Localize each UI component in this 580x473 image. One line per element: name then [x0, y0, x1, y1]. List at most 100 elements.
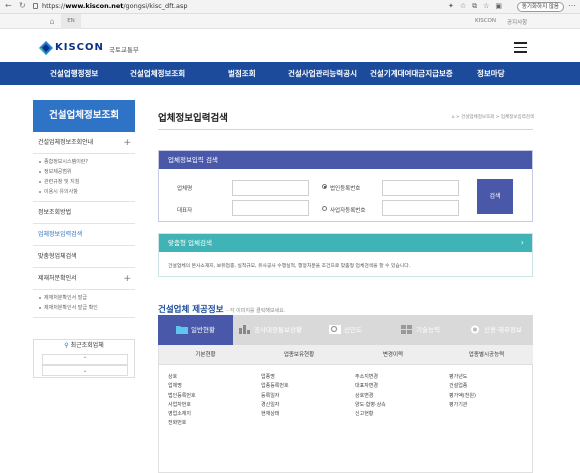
biz-reg-radio[interactable]	[322, 206, 327, 211]
url-host: www.kiscon.net	[65, 2, 124, 10]
recent-companies-box: ⚲ 최근조회업체 ⌃ ⌄	[33, 339, 135, 378]
browser-address-bar: ← ↻ https://www.kiscon.net/gongsi/kisc_d…	[0, 0, 580, 14]
url-field[interactable]: https://www.kiscon.net/gongsi/kisc_dft.a…	[42, 2, 187, 10]
gnb-item-info-plaza[interactable]: 정보마당	[477, 62, 505, 85]
sidebar-item-guide[interactable]: 건설업체정보조회안내 +	[33, 132, 135, 154]
list-item: 건설업종	[449, 383, 468, 390]
puzzle-icon	[401, 325, 413, 334]
refresh-icon[interactable]: ↻	[19, 1, 26, 10]
magnifier-icon: ⚲	[64, 342, 69, 349]
page-root: ← ↻ https://www.kiscon.net/gongsi/kisc_d…	[0, 0, 580, 473]
gnb-item-penalty[interactable]: 벌점조회	[228, 62, 256, 85]
sidebar: 건설업체정보조회 건설업체정보조회안내 + 종합정보시스템이란? 정보제공범위 …	[33, 100, 135, 318]
sidebar-submenu-sanction: 제재처분확인서 발급 제재처분확인서 발급 확인	[33, 290, 135, 318]
sidebar-subitem[interactable]: 관련규정 및 지침	[33, 177, 135, 187]
sidebar-subitem[interactable]: 이용시 유의사항	[33, 187, 135, 197]
info-tabs: 일반현황 공사대장통보상황 신인도 기술능력 신용·재무정보	[158, 315, 533, 345]
chevron-right-icon[interactable]: ›	[521, 234, 524, 252]
gnb-item-rental-guarantee[interactable]: 건설기계대여대금지급보증	[370, 62, 453, 85]
gnb-item-cm-capability[interactable]: 건설사업관리능력공시	[288, 62, 357, 85]
hamburger-menu-icon[interactable]	[514, 42, 527, 53]
list-item: 평가기관	[449, 401, 468, 408]
representative-input[interactable]	[232, 200, 309, 216]
home-icon[interactable]: ⌂	[44, 14, 60, 29]
custom-search-header[interactable]: 맞춤형 업체검색 ›	[159, 234, 532, 252]
tab-label: 공사대장통보상황	[254, 326, 302, 334]
sidebar-subitem[interactable]: 종합정보시스템이란?	[33, 157, 135, 167]
logo-brand: KISCON	[55, 42, 104, 53]
tab-construction-report[interactable]: 공사대장통보상황	[233, 315, 308, 345]
sidebar-subitem[interactable]: 정보제공범위	[33, 167, 135, 177]
list-item: 평가년도	[449, 374, 468, 380]
search-button[interactable]: 검색	[477, 179, 513, 214]
tab-general-status[interactable]: 일반현황	[158, 315, 233, 345]
column-header: 업종보유현황	[252, 345, 346, 365]
tab-label: 기술능력	[416, 326, 440, 334]
column-list-capability: 평가년도 건설업종 평가액(천원) 평가기관	[449, 373, 476, 410]
sidebar-item-custom-search[interactable]: 맞춤형업체검색	[33, 246, 135, 268]
utility-bar: ⌂ EN KISCON 공지사항	[0, 14, 580, 29]
minus-plus-icon[interactable]: +	[123, 132, 131, 154]
breadcrumb: ⌂ > 건설업체정보조회 > 업체정보입력검색	[451, 115, 534, 120]
url-prefix: https://	[42, 2, 66, 10]
company-name-label: 업체명	[177, 186, 193, 192]
list-item: 사업자번호	[168, 401, 192, 408]
chart-icon	[239, 325, 251, 334]
column-list-basic: 상호 업체명 법인등록번호 사업자번호 영업소재지 전화번호	[168, 373, 196, 429]
list-item: 전화번호	[168, 420, 187, 427]
browser-toolbar-icons[interactable]: ✦☆⧉☆▣	[448, 2, 508, 11]
company-name-input[interactable]	[232, 180, 309, 196]
custom-search-box: 맞춤형 업체검색 › 건설업체의 본사소재지, 보유업종, 실적규모, 유사공사…	[158, 233, 533, 277]
scroll-down-button[interactable]: ⌄	[42, 365, 128, 376]
tab-credibility[interactable]: 신인도	[308, 315, 383, 345]
list-item: 상호	[168, 374, 178, 380]
sidebar-item-sanction[interactable]: 제재처분확인서 +	[33, 268, 135, 290]
kiscon-link[interactable]: KISCON	[475, 18, 496, 24]
sync-button[interactable]: 동기화하지 않음	[516, 2, 564, 12]
list-item: 법인등록번호	[168, 392, 196, 399]
list-item: 현재상태	[261, 411, 280, 418]
sidebar-subitem[interactable]: 제재처분확인서 발급	[33, 293, 135, 303]
list-item: 영업소재지	[168, 411, 192, 418]
list-item: 상호변경	[355, 392, 374, 399]
sidebar-item-info-method[interactable]: 정보조회방법	[33, 202, 135, 224]
representative-label: 대표자	[177, 208, 193, 214]
recent-title: ⚲ 최근조회업체	[34, 340, 134, 351]
info-columns: 기본현황 업종보유현황 변경이력 업종별시공능력 상호 업체명 법인등록번호 사…	[158, 345, 533, 473]
corp-reg-input[interactable]	[382, 180, 459, 196]
tab-label: 일반현황	[191, 326, 215, 334]
list-item: 업종명	[261, 374, 275, 380]
sidebar-item-label: 업체정보입력검색	[38, 231, 83, 238]
logo-sub: 국토교통부	[109, 46, 139, 54]
gnb-item-company-search[interactable]: 건설업체정보조회	[130, 62, 185, 85]
more-icon[interactable]: ⋯	[568, 1, 576, 10]
notice-link[interactable]: 공지사항	[507, 18, 527, 26]
biz-reg-label: 사업자등록번호	[330, 208, 366, 214]
tab-label: 신용·재무정보	[484, 326, 522, 334]
sidebar-item-label: 맞춤형업체검색	[38, 253, 77, 260]
gnb-item-admin-info[interactable]: 건설업행정정보	[50, 62, 98, 85]
info-section-note: - 각 이미지를 클릭해보세요.	[226, 308, 286, 314]
tab-credit-finance[interactable]: 신용·재무정보	[458, 315, 533, 345]
corp-reg-radio[interactable]	[322, 184, 327, 189]
biz-reg-input[interactable]	[382, 200, 459, 216]
tab-technical-capability[interactable]: 기술능력	[383, 315, 458, 345]
sidebar-title: 건설업체정보조회	[33, 100, 135, 132]
lang-en-link[interactable]: EN	[61, 14, 81, 29]
sidebar-submenu-guide: 종합정보시스템이란? 정보제공범위 관련규정 및 지침 이용시 유의사항	[33, 154, 135, 202]
lock-icon	[33, 3, 38, 9]
column-header: 업종별시공능력	[440, 345, 533, 365]
back-icon[interactable]: ←	[5, 1, 12, 10]
list-item: 업체명	[168, 383, 182, 390]
plus-icon[interactable]: +	[123, 268, 131, 290]
scroll-up-button[interactable]: ⌃	[42, 354, 128, 365]
info-section-heading: 건설업체 제공정보 - 각 이미지를 클릭해보세요.	[158, 297, 285, 316]
sidebar-item-label: 정보조회방법	[38, 209, 72, 216]
sidebar-item-company-search[interactable]: 업체정보입력검색	[33, 224, 135, 246]
sidebar-item-label: 제재처분확인서	[38, 275, 77, 282]
sidebar-subitem[interactable]: 제재처분확인서 발급 확인	[33, 303, 135, 313]
list-item: 대표자변경	[355, 383, 379, 390]
custom-search-title: 맞춤형 업체검색	[168, 239, 212, 247]
sidebar-item-label: 건설업체정보조회안내	[38, 139, 94, 146]
main-navigation: 건설업행정정보 건설업체정보조회 벌점조회 건설사업관리능력공시 건설기계대여대…	[0, 62, 580, 85]
